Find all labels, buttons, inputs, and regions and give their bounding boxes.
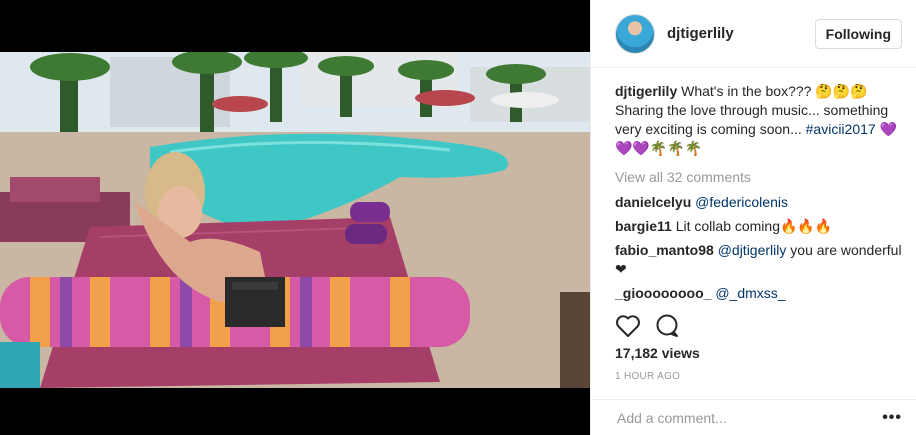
comment-icon[interactable] (655, 314, 681, 343)
view-all-comments-link[interactable]: View all 32 comments (615, 168, 902, 187)
comment-username[interactable]: bargie11 (615, 218, 672, 234)
comment-username[interactable]: fabio_manto98 (615, 242, 714, 258)
post-caption: djtigerlily What's in the box??? 🤔🤔🤔 Sha… (615, 82, 902, 158)
comments-section: djtigerlily What's in the box??? 🤔🤔🤔 Sha… (591, 68, 916, 303)
post-header: djtigerlily Following (591, 0, 916, 68)
comment-item: _gioooooooo_ @_dmxss_ (615, 284, 902, 303)
caption-hashtag[interactable]: #avicii2017 (806, 121, 876, 137)
comment-mention[interactable]: @djtigerlily (718, 242, 787, 258)
instagram-post: djtigerlily Following djtigerlily What's… (0, 0, 916, 435)
comment-item: danielcelyu @federicolenis (615, 193, 902, 212)
add-comment-bar: ••• (591, 399, 916, 435)
post-sidebar: djtigerlily Following djtigerlily What's… (590, 0, 916, 435)
following-button[interactable]: Following (814, 18, 902, 49)
media-area (0, 0, 590, 435)
comment-username[interactable]: danielcelyu (615, 194, 691, 210)
comment-item: fabio_manto98 @djtigerlily you are wonde… (615, 241, 902, 279)
comment-mention[interactable]: @federicolenis (695, 194, 788, 210)
heart-icon[interactable] (615, 314, 641, 343)
view-count[interactable]: 17,182 views (615, 345, 700, 361)
post-video[interactable] (0, 52, 590, 388)
caption-username[interactable]: djtigerlily (615, 83, 677, 99)
comment-input[interactable] (615, 408, 883, 427)
comment-mention[interactable]: @_dmxss_ (715, 285, 785, 301)
post-timestamp: 1 HOUR AGO (615, 371, 681, 382)
comment-text: Lit collab coming🔥🔥🔥 (675, 218, 833, 234)
pool-scene-illustration (0, 52, 590, 388)
action-bar (615, 314, 681, 343)
comment-username[interactable]: _gioooooooo_ (615, 285, 711, 301)
username[interactable]: djtigerlily (667, 25, 734, 42)
more-icon[interactable]: ••• (882, 409, 902, 427)
comment-item: bargie11 Lit collab coming🔥🔥🔥 (615, 217, 902, 236)
avatar[interactable] (615, 13, 655, 54)
